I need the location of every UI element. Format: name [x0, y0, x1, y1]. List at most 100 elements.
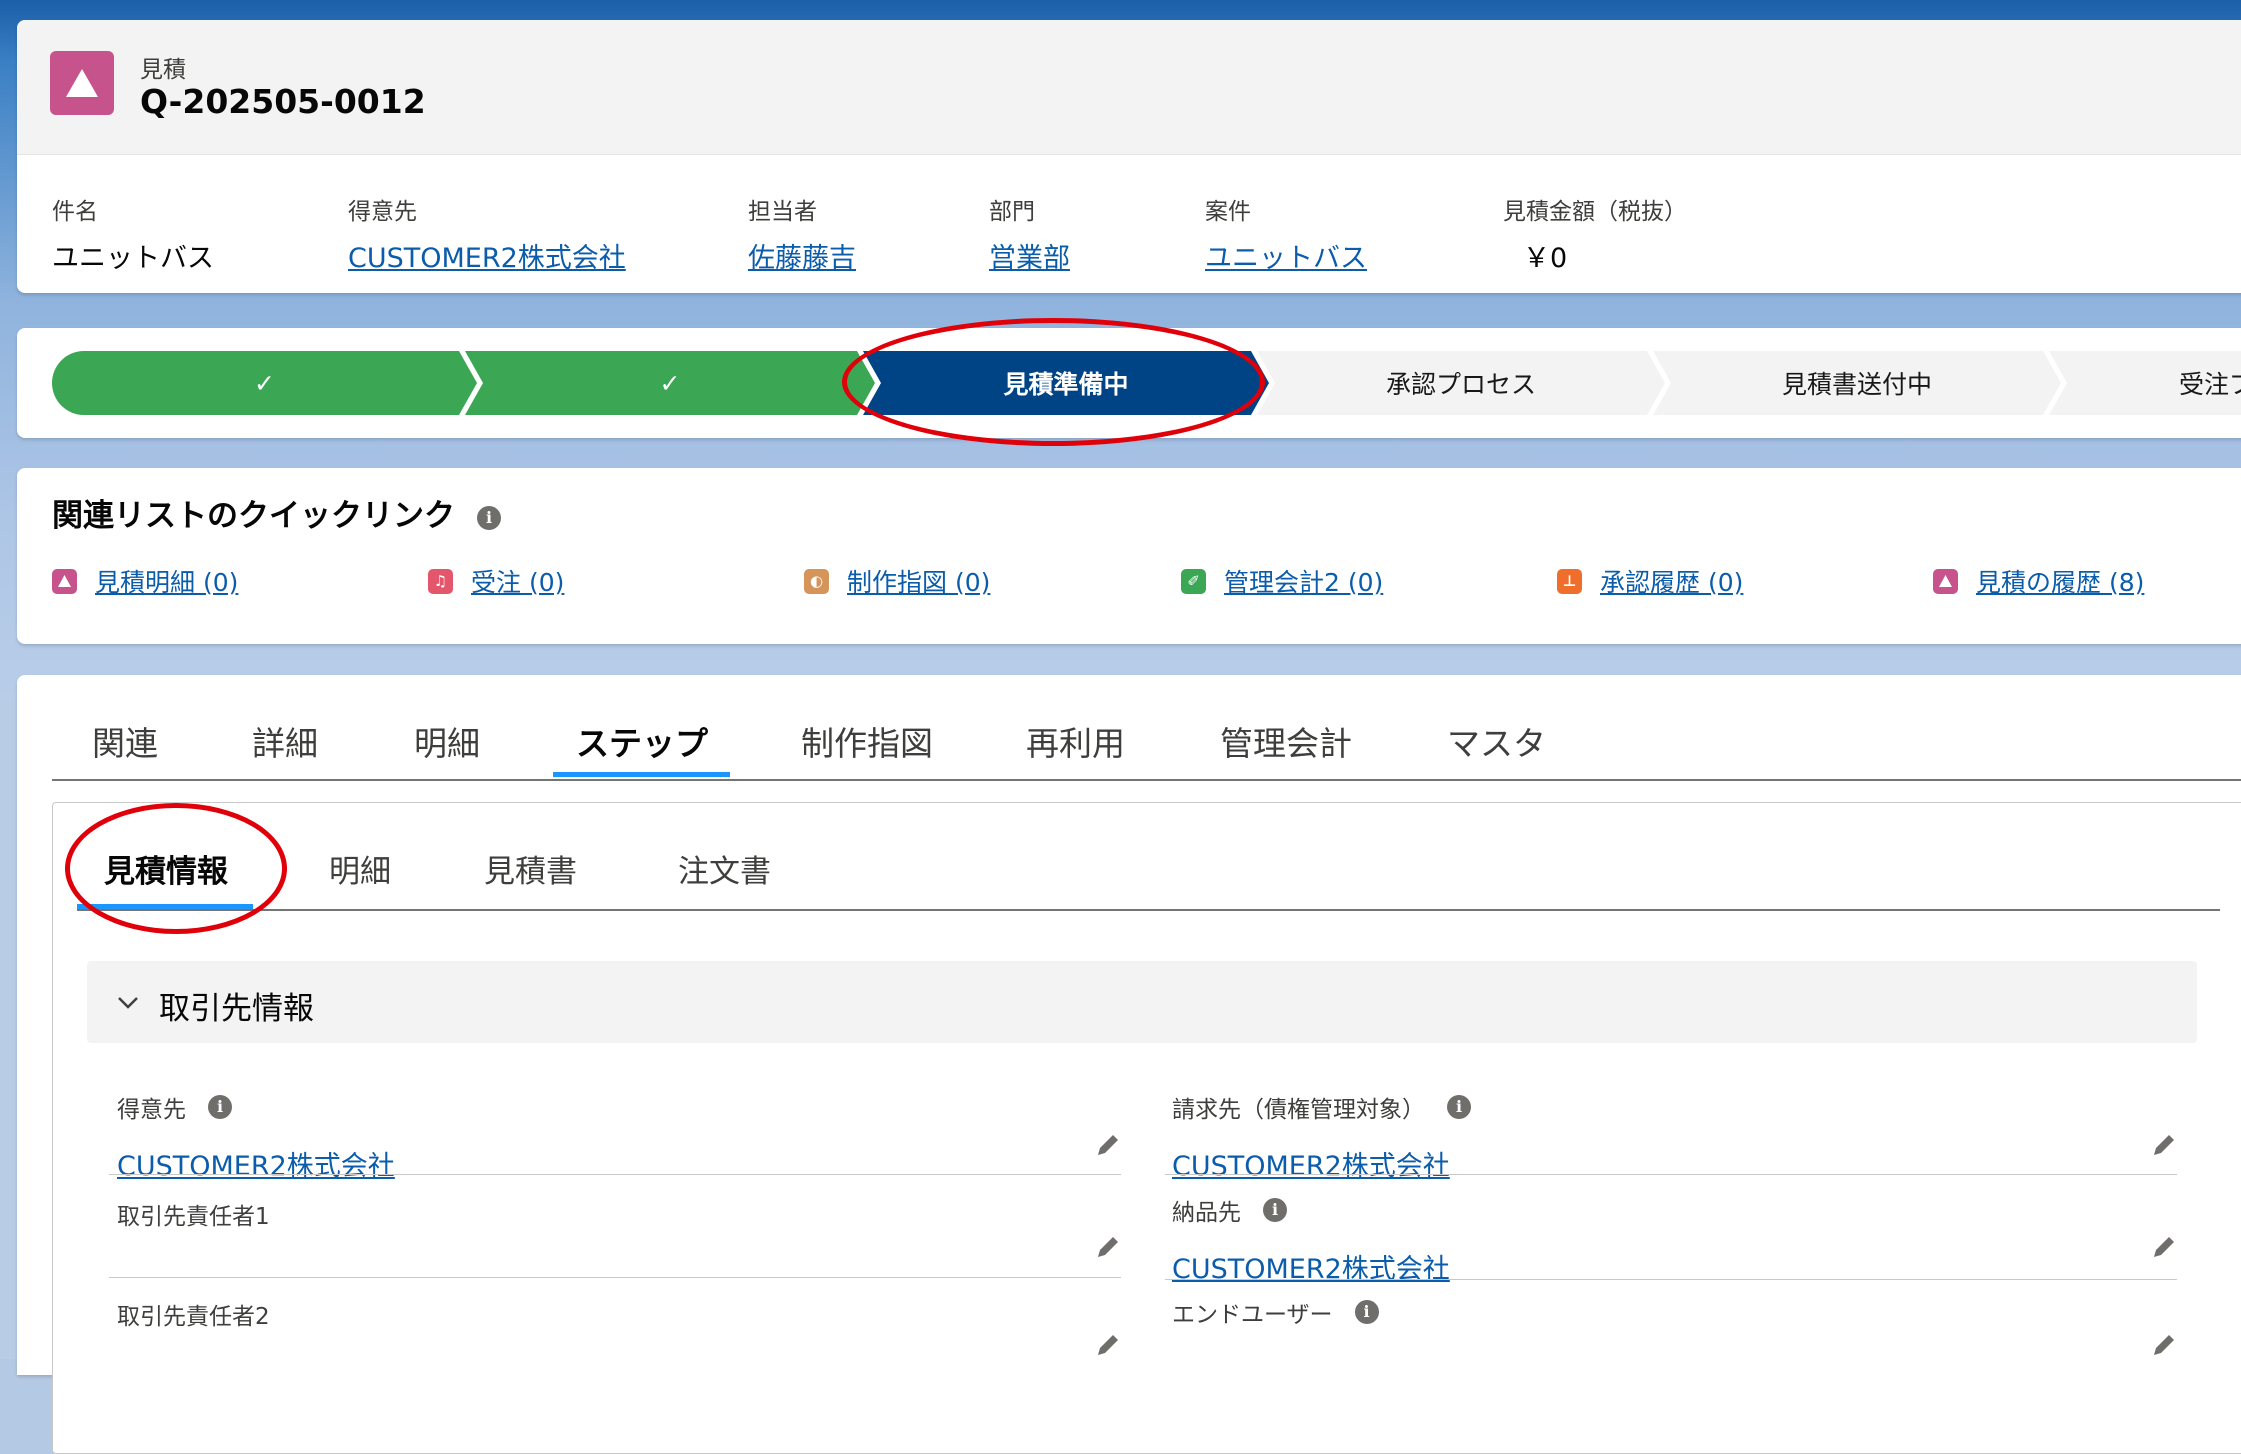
section-title: 取引先情報 [159, 991, 314, 1027]
field-label: 得意先 i [117, 1090, 395, 1124]
header-field-department: 部門 営業部 [989, 192, 1070, 275]
related-quick-links: 関連リストのクイックリンク i 見積明細 (0) ♫ 受注 (0) ◐ 制作指図 … [17, 468, 2241, 644]
field-divider [109, 1277, 1121, 1278]
field-label: エンドユーザー i [1172, 1295, 1379, 1329]
quote-icon [52, 568, 77, 594]
field-label: 納品先 i [1172, 1193, 1450, 1227]
record-name: Q-202505-0012 [140, 82, 426, 121]
field-divider [1165, 1279, 2177, 1280]
header-field-value: ユニットバス [52, 243, 214, 274]
path-step-2[interactable]: ✓ [465, 351, 875, 415]
header-field-label: 件名 [52, 199, 98, 225]
quick-link-quote-items[interactable]: 見積明細 (0) [52, 563, 238, 599]
tab-accounting[interactable]: 管理会計 [1220, 717, 1352, 765]
edit-pencil-icon[interactable] [2150, 1233, 2178, 1261]
tab-master[interactable]: マスタ [1447, 717, 1546, 765]
amount-value: ￥0 [1523, 243, 1568, 274]
checkmark-icon: ✓ [254, 368, 275, 398]
edit-pencil-icon[interactable] [2150, 1331, 2178, 1359]
field-label-text: 納品先 [1172, 1200, 1241, 1226]
field-bill-to: 請求先（債権管理対象） i CUSTOMER2株式会社 [1172, 1090, 1471, 1183]
info-icon[interactable]: i [1263, 1198, 1287, 1222]
field-end-user: エンドユーザー i [1172, 1295, 1379, 1329]
field-label-text: エンドユーザー [1172, 1302, 1333, 1328]
field-label-text: 請求先（債権管理対象） [1172, 1097, 1425, 1123]
edit-pencil-icon[interactable] [2150, 1131, 2178, 1159]
field-divider [1165, 1174, 2177, 1175]
path-step-label: 見積書送付中 [1781, 370, 1932, 399]
header-field-label: 見積金額（税抜） [1503, 199, 1687, 225]
info-icon[interactable]: i [1354, 1300, 1379, 1324]
quick-link-approval-history[interactable]: ⊥ 承認履歴 (0) [1557, 563, 1743, 599]
edit-pencil-icon[interactable] [1094, 1233, 1122, 1261]
section-account-info[interactable]: 取引先情報 [87, 961, 2197, 1043]
tab-reuse[interactable]: 再利用 [1026, 717, 1125, 765]
tab-steps[interactable]: ステップ [576, 717, 708, 765]
history-icon [1933, 568, 1958, 594]
path-step-current[interactable]: 見積準備中 [863, 351, 1269, 415]
active-subtab-indicator [77, 904, 253, 909]
case-link[interactable]: ユニットバス [1205, 236, 1367, 275]
bill-to-link[interactable]: CUSTOMER2株式会社 [1172, 1144, 1471, 1183]
edit-pencil-icon[interactable] [1094, 1331, 1122, 1359]
quick-link-label[interactable]: 見積の履歴 (8) [1976, 563, 2144, 599]
accounting-icon: ✐ [1181, 568, 1206, 594]
owner-link[interactable]: 佐藤藤吉 [748, 236, 856, 275]
subtab-order-form[interactable]: 注文書 [678, 846, 771, 891]
header-field-label: 案件 [1205, 199, 1251, 225]
record-header-title-bar: 見積 Q-202505-0012 [17, 20, 2241, 155]
customer-field-link[interactable]: CUSTOMER2株式会社 [117, 1144, 395, 1183]
header-field-amount: 見積金額（税抜） ￥0 [1503, 192, 1687, 275]
subtab-line-items[interactable]: 明細 [329, 846, 391, 891]
quick-link-label[interactable]: 制作指図 (0) [847, 563, 990, 599]
subtab-quote-document[interactable]: 見積書 [484, 846, 577, 891]
department-link[interactable]: 営業部 [989, 236, 1070, 275]
object-label: 見積 [140, 57, 186, 83]
path-step-order[interactable]: 受注プ [2049, 351, 2241, 415]
edit-pencil-icon[interactable] [1094, 1131, 1122, 1159]
field-contact-2: 取引先責任者2 [117, 1297, 270, 1331]
info-icon[interactable]: i [208, 1095, 232, 1119]
quote-object-icon [50, 51, 114, 115]
quick-link-label[interactable]: 見積明細 (0) [95, 563, 238, 599]
header-field-label: 部門 [989, 199, 1035, 225]
chevron-down-icon[interactable] [115, 989, 141, 1015]
quick-links-title: 関連リストのクイックリンク i [52, 490, 501, 535]
active-tab-indicator [553, 772, 730, 777]
path-step-sending[interactable]: 見積書送付中 [1653, 351, 2061, 415]
quick-link-label[interactable]: 管理会計2 (0) [1224, 563, 1383, 599]
info-icon[interactable]: i [1447, 1095, 1471, 1119]
tab-related[interactable]: 関連 [92, 717, 158, 765]
customer-link[interactable]: CUSTOMER2株式会社 [348, 236, 626, 275]
path-step-1[interactable]: ✓ [52, 351, 477, 415]
approval-icon: ⊥ [1557, 568, 1582, 594]
field-divider [109, 1174, 1121, 1175]
subtab-quote-info[interactable]: 見積情報 [104, 846, 228, 891]
quick-link-label[interactable]: 承認履歴 (0) [1600, 563, 1743, 599]
record-tabs: 関連 詳細 明細 ステップ 制作指図 再利用 管理会計 マスタ [52, 675, 2241, 781]
header-field-customer: 得意先 CUSTOMER2株式会社 [348, 192, 626, 275]
quick-link-quote-history[interactable]: 見積の履歴 (8) [1933, 563, 2144, 599]
ship-to-link[interactable]: CUSTOMER2株式会社 [1172, 1247, 1450, 1286]
field-label: 取引先責任者1 [117, 1204, 270, 1230]
path-step-approval[interactable]: 承認プロセス [1257, 351, 1665, 415]
field-contact-1: 取引先責任者1 [117, 1197, 270, 1231]
header-field-label: 得意先 [348, 199, 417, 225]
path-step-label: 承認プロセス [1385, 370, 1536, 399]
tab-details[interactable]: 詳細 [252, 717, 318, 765]
info-icon[interactable]: i [477, 505, 501, 530]
quick-link-orders[interactable]: ♫ 受注 (0) [428, 563, 564, 599]
record-header: 見積 Q-202505-0012 件名 ユニットバス 得意先 CUSTOMER2… [17, 20, 2241, 293]
quick-link-production[interactable]: ◐ 制作指図 (0) [804, 563, 990, 599]
main-tabset-card: 関連 詳細 明細 ステップ 制作指図 再利用 管理会計 マスタ 見積情報 明細 … [17, 675, 2241, 1454]
path-card: ✓ ✓ 見積準備中 承認プロセス 見積書送付中 受注プ [17, 328, 2241, 438]
quick-link-accounting[interactable]: ✐ 管理会計2 (0) [1181, 563, 1383, 599]
field-label-text: 得意先 [117, 1097, 186, 1123]
header-field-subject: 件名 ユニットバス [52, 192, 214, 275]
header-field-case: 案件 ユニットバス [1205, 192, 1367, 275]
tab-line-items[interactable]: 明細 [414, 717, 480, 765]
quick-link-label[interactable]: 受注 (0) [471, 563, 564, 599]
field-ship-to: 納品先 i CUSTOMER2株式会社 [1172, 1193, 1450, 1286]
steps-panel: 見積情報 明細 見積書 注文書 取引先情報 得意先 i CUSTOMER2株式会社… [52, 802, 2241, 1454]
tab-production[interactable]: 制作指図 [801, 717, 933, 765]
